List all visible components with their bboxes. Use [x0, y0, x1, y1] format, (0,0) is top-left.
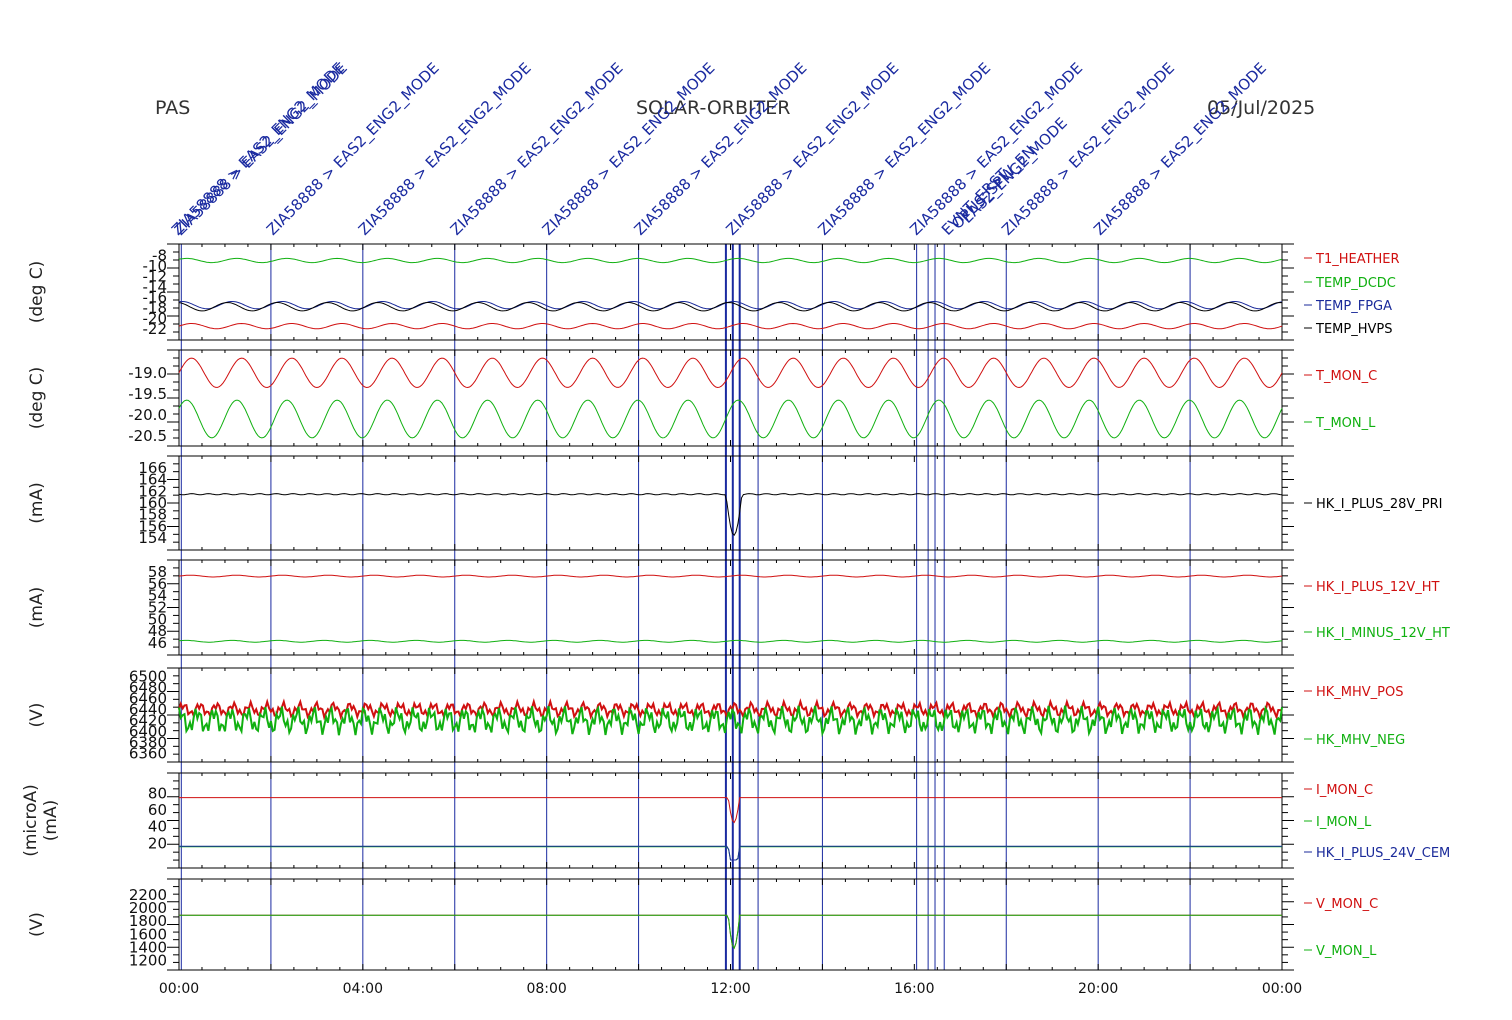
legend-hk_i_plus_28v_pri: HK_I_PLUS_28V_PRI: [1316, 497, 1442, 512]
x-tick-label: 04:00: [343, 981, 383, 997]
event-label: ZIA58888 > EAS2_ENG2_MODE: [723, 59, 903, 239]
event-label: ZIA58888 > EAS2_ENG2_MODE: [263, 59, 443, 239]
y-tick-label: -20.5: [128, 427, 167, 445]
series-line: [178, 357, 1283, 389]
legend-temp_fpga: TEMP_FPGA: [1315, 299, 1392, 314]
legend-hk_i_plus_24v_cem: HK_I_PLUS_24V_CEM: [1316, 846, 1450, 861]
y-tick-label: 60: [148, 801, 167, 819]
legend-v_mon_l: V_MON_L: [1316, 944, 1377, 959]
y-tick-label: 1200: [129, 952, 167, 970]
x-tick-label: 16:00: [894, 981, 934, 997]
panel-frame: [178, 772, 1283, 869]
y-axis-label: (microA): [21, 784, 41, 857]
event-label: ZIA58888 > EAS2_ENG2_MODE: [168, 59, 348, 239]
y-axis-label-2: (mA): [41, 800, 61, 841]
legend-t1_heather: T1_HEATHER: [1315, 252, 1400, 267]
series-line: [178, 322, 1283, 330]
y-tick-label: 6360: [129, 744, 167, 762]
legend-i_mon_l: I_MON_L: [1316, 815, 1372, 830]
y-tick-label: 20: [148, 834, 167, 852]
legend-i_mon_c: I_MON_C: [1316, 783, 1373, 798]
y-tick-label: -20.0: [128, 406, 167, 424]
event-label: ZIA58888 > EAS2_ENG2_MODE: [631, 59, 811, 239]
legend-v_mon_c: V_MON_C: [1316, 897, 1378, 912]
series-line: [179, 914, 1282, 950]
series-line: [179, 845, 1282, 861]
event-label: ZIA58888 > EAS2_ENG2_MODE: [447, 59, 627, 239]
telemetry-chart: -8-10-12-14-16-18-20-22(deg C)T1_HEATHER…: [21, 59, 1450, 997]
y-tick-label: 80: [148, 784, 167, 802]
series-line: [178, 493, 1283, 537]
legend-temp_dcdc: TEMP_DCDC: [1315, 276, 1396, 291]
y-tick-label: -19.5: [128, 385, 167, 403]
event-label: ZIA58888 > EAS2_ENG2_MODE: [355, 59, 535, 239]
y-tick-label: -19.0: [128, 364, 167, 382]
y-axis-label: (V): [27, 703, 47, 728]
event-label: ZIA58888 > EAS2_ENG2_MODE: [1090, 59, 1270, 239]
panel-frame: [178, 349, 1283, 447]
y-tick-label: -22: [143, 320, 168, 338]
y-axis-label: (mA): [27, 587, 47, 628]
panel-frame: [178, 455, 1283, 551]
event-label: ZIA58888 > EAS2_ENG2_MODE: [539, 59, 719, 239]
y-tick-label: 154: [138, 529, 167, 547]
legend-hk_mhv_pos: HK_MHV_POS: [1316, 685, 1404, 700]
y-axis-label: (V): [27, 912, 47, 937]
x-tick-label: 08:00: [526, 981, 566, 997]
x-tick-label: 00:00: [1262, 981, 1302, 997]
y-tick-label: 40: [148, 818, 167, 836]
legend-hk_i_plus_12v_ht: HK_I_PLUS_12V_HT: [1316, 580, 1440, 595]
series-line: [178, 574, 1283, 578]
x-tick-label: 12:00: [710, 981, 750, 997]
legend-t_mon_l: T_MON_L: [1315, 416, 1376, 431]
legend-t_mon_c: T_MON_C: [1315, 369, 1377, 384]
event-label: ZIA58888 > EAS2_ENG2_MODE: [906, 59, 1086, 239]
legend-hk_mhv_neg: HK_MHV_NEG: [1316, 733, 1405, 748]
legend-temp_hvps: TEMP_HVPS: [1315, 322, 1392, 337]
y-axis-label: (deg C): [27, 261, 47, 324]
y-axis-label: (mA): [27, 482, 47, 523]
x-tick-label: 00:00: [159, 981, 199, 997]
series-line: [178, 639, 1283, 643]
y-axis-label: (deg C): [27, 367, 47, 430]
panel-frame: [178, 878, 1283, 971]
series-line: [178, 257, 1283, 264]
legend-hk_i_minus_12v_ht: HK_I_MINUS_12V_HT: [1316, 626, 1450, 641]
series-line: [179, 797, 1282, 824]
series-line: [178, 399, 1283, 439]
series-line: [178, 301, 1283, 312]
y-tick-label: 46: [148, 634, 167, 652]
x-tick-label: 20:00: [1078, 981, 1118, 997]
